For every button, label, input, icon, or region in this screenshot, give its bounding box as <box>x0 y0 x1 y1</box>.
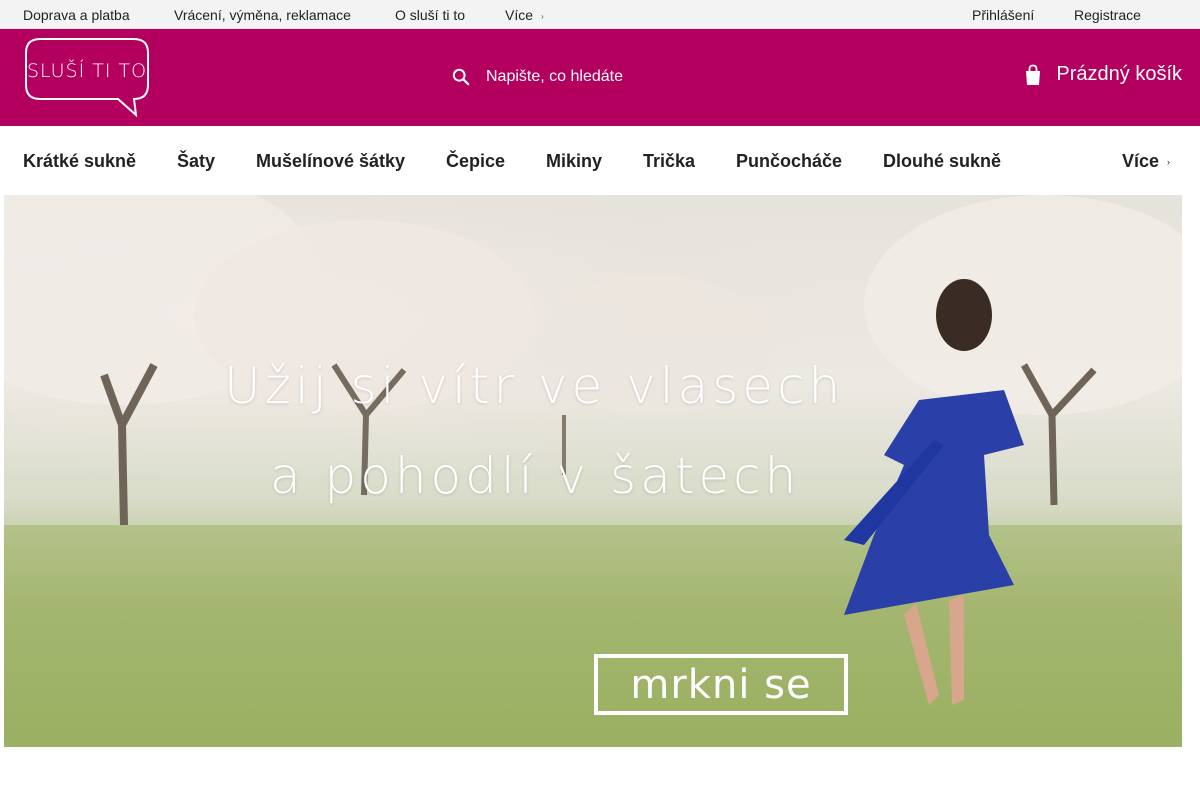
cart-button[interactable]: Prázdný košík <box>1024 63 1182 86</box>
logo-speech-bubble: SLUŠÍ TI TO <box>25 38 149 118</box>
search-input[interactable] <box>486 68 786 86</box>
hero-banner[interactable]: Užij si vítr ve vlasech a pohodlí v šate… <box>4 195 1182 747</box>
site-logo[interactable]: SLUŠÍ TI TO <box>22 35 152 118</box>
category-more-label: Více <box>1122 151 1160 171</box>
hero-headline-line2: a pohodlí v šatech <box>270 447 801 505</box>
chevron-down-icon: › <box>1167 157 1171 167</box>
link-about[interactable]: O sluší ti to <box>395 7 465 23</box>
chevron-down-icon: › <box>541 12 544 21</box>
login-link[interactable]: Přihlášení <box>972 7 1034 23</box>
category-cepice[interactable]: Čepice <box>446 151 505 172</box>
search-bar[interactable] <box>452 57 812 97</box>
category-more-menu[interactable]: Více › <box>1122 151 1170 172</box>
cart-label: Prázdný košík <box>1056 63 1182 85</box>
register-link[interactable]: Registrace <box>1074 7 1141 23</box>
category-saty[interactable]: Šaty <box>177 151 215 172</box>
category-tricka[interactable]: Trička <box>643 151 695 172</box>
top-utility-bar: Doprava a platba Vrácení, výměna, reklam… <box>0 0 1200 29</box>
topbar-more-menu[interactable]: Více › <box>505 7 544 23</box>
hero-cta-button[interactable]: mrkni se <box>594 654 848 715</box>
category-muselinove-satky[interactable]: Mušelínové šátky <box>256 151 405 172</box>
link-shipping-payment[interactable]: Doprava a platba <box>23 7 130 23</box>
hero-headline-line1: Užij si vítr ve vlasech <box>224 357 845 415</box>
category-puncochace[interactable]: Punčocháče <box>736 151 842 172</box>
link-returns[interactable]: Vrácení, výměna, reklamace <box>174 7 351 23</box>
logo-text: SLUŠÍ TI TO <box>27 58 147 82</box>
category-kratke-sukne[interactable]: Krátké sukně <box>23 151 136 172</box>
category-nav: Krátké sukně Šaty Mušelínové šátky Čepic… <box>0 126 1200 195</box>
topbar-more-label: Více <box>505 7 534 23</box>
search-icon <box>452 68 470 86</box>
site-header: SLUŠÍ TI TO Prázdný košík <box>0 29 1200 126</box>
category-mikiny[interactable]: Mikiny <box>546 151 602 172</box>
cart-icon <box>1026 64 1041 85</box>
category-dlouhe-sukne[interactable]: Dlouhé sukně <box>883 151 1001 172</box>
